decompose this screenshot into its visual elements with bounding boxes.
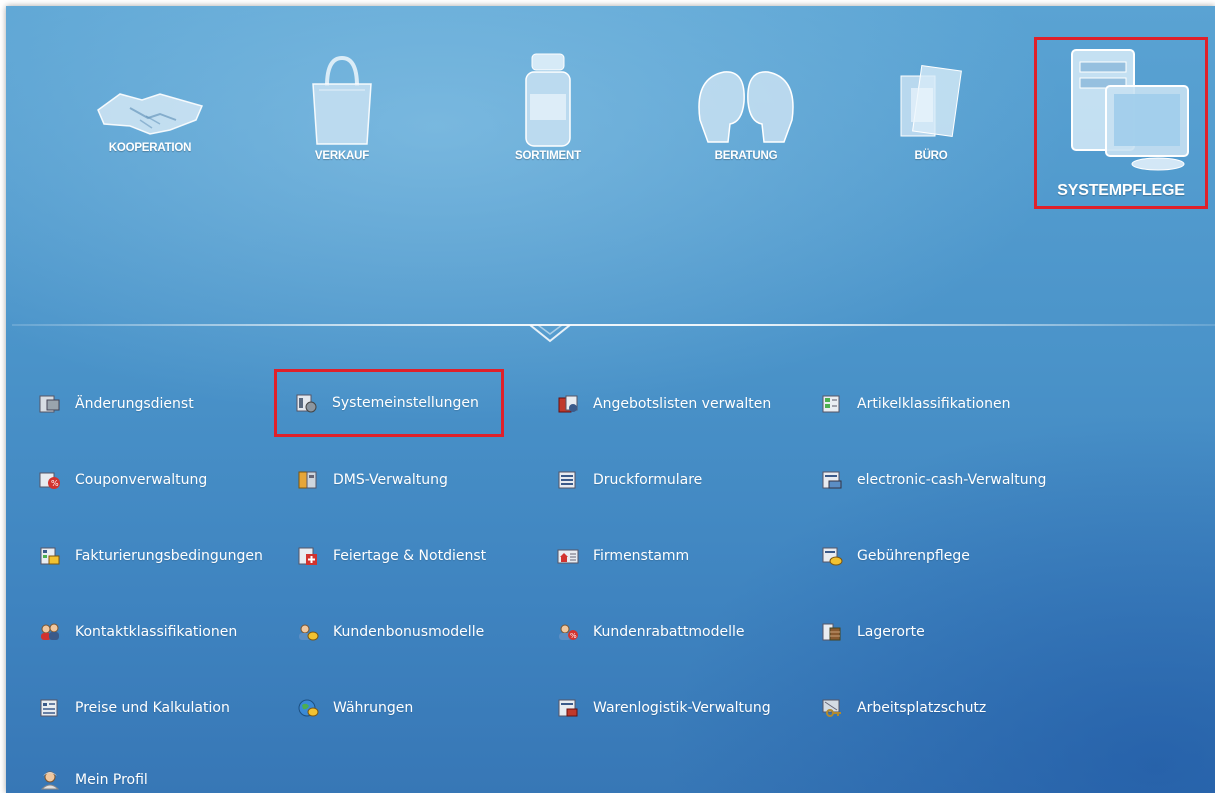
chevron-down-icon — [529, 325, 571, 343]
nav-label: KOOPERATION — [108, 142, 192, 154]
medicine-jar-icon — [525, 53, 571, 147]
menu-item-lagerorte[interactable]: Lagerorte — [821, 618, 925, 646]
menu-item-preise-kalkulation[interactable]: Preise und Kalkulation — [39, 694, 230, 722]
menu-item-couponverwaltung[interactable]: % Couponverwaltung — [39, 466, 207, 494]
menu-item-angebotslisten[interactable]: Angebotslisten verwalten — [557, 390, 771, 418]
shopping-bag-icon — [312, 55, 372, 145]
contacts-icon — [41, 623, 59, 640]
nav-tile-sortiment[interactable]: SORTIMENT — [493, 50, 603, 162]
menu-item-kontaktklassifikationen[interactable]: Kontaktklassifikationen — [39, 618, 237, 646]
menu-item-label: Mein Profil — [75, 772, 148, 788]
customer-bonus-icon — [299, 624, 319, 641]
menu-item-label: Lagerorte — [857, 624, 925, 640]
offer-lists-icon — [558, 395, 578, 413]
nav-tile-kooperation[interactable]: KOOPERATION — [80, 80, 220, 154]
menu-item-fakturierungsbedingungen[interactable]: Fakturierungsbedingungen — [39, 542, 263, 570]
nav-label: VERKAUF — [314, 150, 370, 162]
customer-discount-icon: % — [559, 624, 578, 640]
system-settings-icon — [296, 394, 317, 413]
billing-conditions-icon — [40, 547, 60, 565]
workstation-protection-icon — [822, 699, 841, 717]
menu-item-label: DMS-Verwaltung — [333, 472, 448, 488]
goods-logistics-icon — [558, 699, 578, 717]
menu-item-mein-profil[interactable]: Mein Profil — [39, 766, 148, 793]
menu-item-artikelklassifikationen[interactable]: Artikelklassifikationen — [821, 390, 1010, 418]
menu-item-label: Kundenrabattmodelle — [593, 624, 745, 640]
menu-item-label: Kontaktklassifikationen — [75, 624, 238, 640]
menu-item-label: Feiertage & Notdienst — [333, 548, 487, 564]
office-documents-icon — [900, 64, 962, 138]
menu-item-gebuehrenpflege[interactable]: Gebührenpflege — [821, 542, 970, 570]
pricing-icon — [40, 699, 58, 717]
menu-item-label: Couponverwaltung — [75, 472, 208, 488]
nav-label: SYSTEMPFLEGE — [1057, 182, 1185, 199]
menu-item-label: Währungen — [333, 700, 414, 716]
menu-item-dms-verwaltung[interactable]: DMS-Verwaltung — [297, 466, 448, 494]
menu-item-aenderungsdienst[interactable]: Änderungsdienst — [39, 390, 194, 418]
menu-item-label: Preise und Kalkulation — [75, 700, 230, 716]
nav-label: BERATUNG — [714, 150, 778, 162]
holiday-emergency-icon — [298, 547, 317, 565]
menu-item-kundenrabattmodelle[interactable]: % Kundenrabattmodelle — [557, 618, 744, 646]
company-home-icon — [557, 549, 579, 564]
menu-item-firmenstamm[interactable]: Firmenstamm — [557, 542, 689, 570]
handshake-icon — [97, 93, 204, 135]
menu-item-label: Änderungsdienst — [75, 396, 194, 412]
menu-item-kundenbonusmodelle[interactable]: Kundenbonusmodelle — [297, 618, 484, 646]
menu-item-label: Warenlogistik-Verwaltung — [593, 700, 771, 716]
menu-item-warenlogistik[interactable]: Warenlogistik-Verwaltung — [557, 694, 771, 722]
app-window: KOOPERATION VERKAUF SORTIMENT BERATUNG B… — [6, 6, 1215, 793]
menu-item-label: Kundenbonusmodelle — [333, 624, 485, 640]
storage-locations-icon — [822, 623, 841, 641]
menu-item-label: Druckformulare — [593, 472, 703, 488]
change-service-icon — [39, 395, 60, 413]
menu-item-druckformulare[interactable]: Druckformulare — [557, 466, 702, 494]
menu-item-label: Artikelklassifikationen — [857, 396, 1011, 412]
menu-item-systemeinstellungen[interactable]: Systemeinstellungen — [274, 369, 504, 437]
menu-item-label: Arbeitsplatzschutz — [857, 700, 987, 716]
section-divider — [12, 324, 1215, 326]
nav-tile-systempflege[interactable]: SYSTEMPFLEGE — [1034, 37, 1208, 209]
menu-item-feiertage[interactable]: Feiertage & Notdienst — [297, 542, 486, 570]
svg-text:%: % — [570, 632, 577, 640]
nav-tile-buero[interactable]: BÜRO — [876, 58, 986, 162]
menu-item-label: Firmenstamm — [593, 548, 690, 564]
svg-text:%: % — [51, 479, 59, 488]
computer-system-icon — [1071, 49, 1189, 171]
menu-item-label: electronic-cash-Verwaltung — [857, 472, 1047, 488]
menu-item-label: Fakturierungsbedingungen — [75, 548, 263, 564]
user-profile-icon — [40, 771, 60, 790]
nav-tile-verkauf[interactable]: VERKAUF — [287, 50, 397, 162]
nav-label: SORTIMENT — [515, 150, 581, 162]
consultation-heads-icon — [698, 71, 794, 143]
nav-label: BÜRO — [914, 150, 948, 162]
menu-item-label: Systemeinstellungen — [332, 395, 479, 411]
nav-tile-beratung[interactable]: BERATUNG — [676, 58, 816, 162]
document-management-icon — [298, 471, 317, 489]
currencies-globe-icon — [298, 699, 319, 717]
menu-item-label: Angebotslisten verwalten — [593, 396, 772, 412]
fees-icon — [822, 547, 843, 566]
menu-item-label: Gebührenpflege — [857, 548, 970, 564]
coupon-icon: % — [39, 472, 60, 489]
menu-item-waehrungen[interactable]: Währungen — [297, 694, 413, 722]
menu-item-electronic-cash[interactable]: electronic-cash-Verwaltung — [821, 466, 1046, 494]
article-classification-icon — [822, 395, 840, 413]
card-payment-icon — [822, 471, 842, 489]
print-forms-icon — [558, 471, 576, 489]
menu-item-arbeitsplatzschutz[interactable]: Arbeitsplatzschutz — [821, 694, 986, 722]
